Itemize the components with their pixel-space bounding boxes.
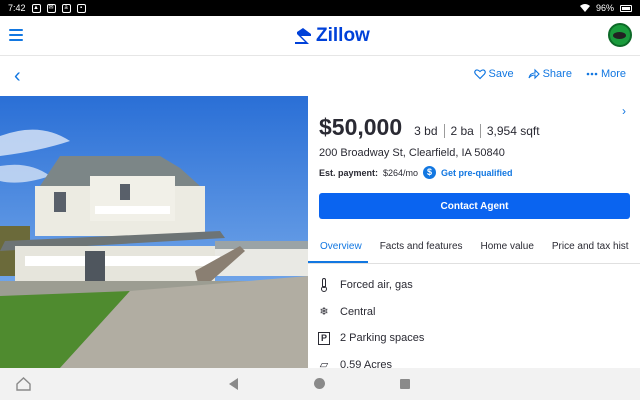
logo-text: Zillow — [316, 25, 370, 46]
parking-icon: P — [318, 331, 330, 345]
nav-home-icon[interactable] — [314, 378, 325, 389]
more-label: More — [600, 68, 626, 80]
home-app-icon[interactable] — [16, 377, 31, 391]
parking-label: 2 Parking spaces — [340, 332, 425, 345]
baths: 2 ba — [443, 124, 480, 138]
tab-facts-and-features[interactable]: Facts and features — [368, 232, 469, 263]
status-bar: 7:42 ▲ ✉ a ▪ 96% — [0, 0, 640, 16]
listing-toolbar: ‹ Save Share More — [0, 57, 640, 95]
lot-label: 0.59 Acres — [340, 358, 392, 368]
est-payment-value: $264/mo — [383, 167, 419, 178]
get-prequalified-link[interactable]: Get pre-qualified — [441, 168, 513, 178]
app-bar: Zillow — [0, 16, 640, 56]
snowflake-icon: ❄ — [319, 306, 329, 319]
menu-icon[interactable] — [9, 29, 23, 41]
list-item: ▱ 0.59 Acres — [318, 352, 628, 368]
list-item: P 2 Parking spaces — [318, 325, 628, 352]
sqft: 3,954 sqft — [479, 124, 546, 138]
heating-label: Forced air, gas — [340, 279, 413, 292]
listing-address: 200 Broadway St, Clearfield, IA 50840 — [319, 147, 505, 159]
zillow-z-icon — [295, 28, 311, 44]
listing-facts: 3 bd 2 ba 3,954 sqft — [414, 124, 545, 138]
battery-icon — [620, 4, 632, 12]
mail-notification-icon: ✉ — [46, 3, 56, 13]
dollar-icon: $ — [423, 166, 437, 179]
list-item: ❄ Central — [318, 299, 628, 326]
amazon-notification-icon: a — [61, 3, 71, 13]
listing-price: $50,000 — [319, 114, 403, 140]
est-payment: Est. payment: $264/mo $ Get pre-qualifie… — [319, 166, 513, 179]
save-button[interactable]: Save — [473, 68, 514, 80]
share-button[interactable]: Share — [528, 68, 572, 80]
avatar[interactable] — [608, 23, 632, 47]
lot-icon: ▱ — [319, 359, 329, 368]
wifi-icon — [579, 4, 590, 12]
zillow-logo: Zillow — [293, 25, 370, 47]
heart-icon — [473, 69, 486, 80]
tab-price-and-tax-history[interactable]: Price and tax hist — [540, 232, 635, 263]
back-arrow-icon[interactable]: ‹ — [14, 66, 30, 86]
contact-agent-button[interactable]: Contact Agent — [319, 193, 630, 219]
nav-recents-icon[interactable] — [400, 379, 410, 389]
save-label: Save — [488, 68, 514, 80]
chevron-right-icon[interactable]: › — [622, 104, 626, 118]
tab-overview[interactable]: Overview — [308, 232, 368, 263]
status-time: 7:42 — [8, 3, 26, 13]
thermometer-icon — [318, 278, 330, 293]
feature-list: Forced air, gas ❄ Central P 2 Parking sp… — [318, 272, 628, 368]
share-label: Share — [542, 68, 572, 80]
house-photo-illustration — [0, 96, 308, 368]
listing-tabs: Overview Facts and features Home value P… — [308, 232, 640, 264]
listing-photo[interactable] — [0, 96, 308, 368]
tab-home-value[interactable]: Home value — [469, 232, 540, 263]
est-payment-label: Est. payment: — [319, 167, 379, 178]
cooling-label: Central — [340, 305, 376, 318]
beds: 3 bd — [414, 124, 438, 138]
share-icon — [528, 68, 540, 80]
listing-details: $50,000 3 bd 2 ba 3,954 sqft 200 Broadwa… — [308, 96, 640, 368]
battery-percent: 96% — [595, 3, 614, 13]
list-item: Forced air, gas — [318, 272, 628, 299]
system-nav-bar — [0, 368, 640, 400]
more-dots-icon — [586, 72, 598, 76]
nav-back-icon[interactable] — [229, 378, 238, 390]
more-button[interactable]: More — [586, 68, 626, 80]
gallery-notification-icon: ▪ — [76, 3, 86, 13]
photo-notification-icon: ▲ — [31, 3, 41, 13]
